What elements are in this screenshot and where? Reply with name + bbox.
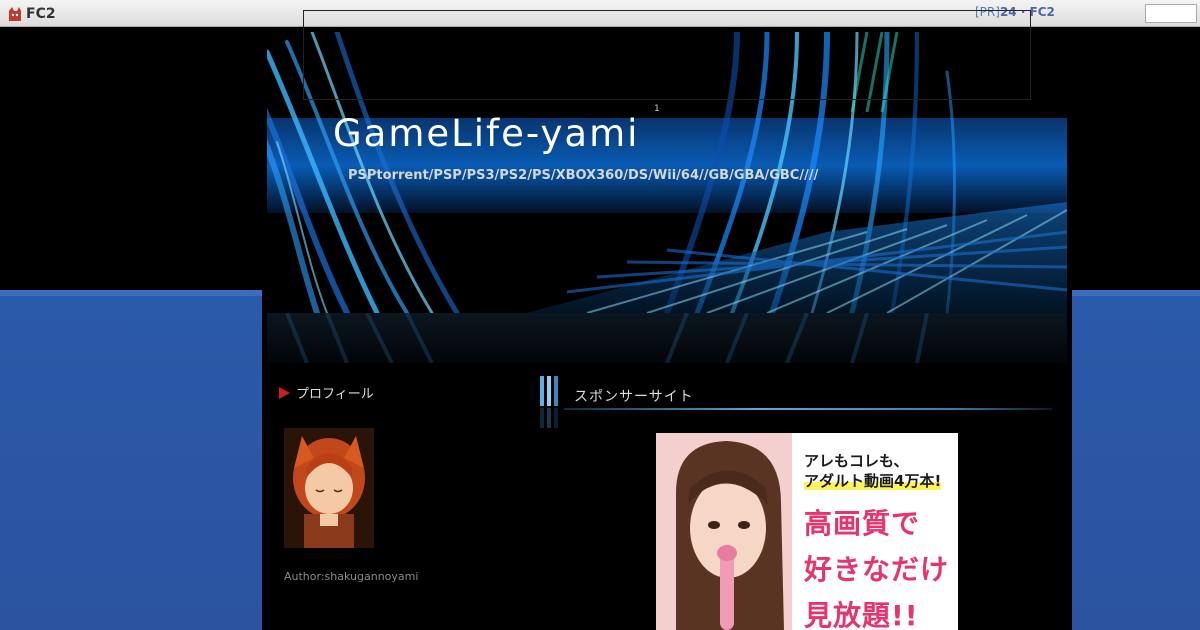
ad-model-illustration xyxy=(656,433,792,630)
top-ad-frame[interactable] xyxy=(303,10,1031,100)
profile-heading-text: プロフィール xyxy=(296,387,374,402)
ad-big-2: 好きなだけ xyxy=(804,553,950,586)
entry-title[interactable]: スポンサーサイト xyxy=(574,386,694,406)
entry-divider xyxy=(564,408,1052,410)
blog-title-sup: 1 xyxy=(654,104,660,114)
blog-description: PSPtorrent/PSP/PS3/PS2/PS/XBOX360/DS/Wii… xyxy=(348,168,819,183)
author-text: Author:shakugannoyami xyxy=(284,570,419,583)
profile-heading: プロフィール xyxy=(279,383,374,402)
ad-big-1: 高画質で xyxy=(804,507,921,540)
fc2-logo-text: FC2 xyxy=(26,6,56,22)
red-arrow-icon xyxy=(279,386,290,399)
blog-page: GameLife-yami 1 PSPtorrent/PSP/PS3/PS2/P… xyxy=(262,27,1072,630)
profile-avatar[interactable] xyxy=(284,428,374,548)
ad-line-2: アダルト動画4万本! xyxy=(804,472,942,490)
ad-big-3: 見放題!! xyxy=(804,599,919,630)
entry-bars-icon xyxy=(538,376,560,428)
fc2-search-input[interactable] xyxy=(1145,4,1197,23)
fc2-logo[interactable]: FC2 xyxy=(6,4,56,24)
sponsor-ad-banner[interactable]: アレもコレも、 アダルト動画4万本! 高画質で 好きなだけ 見放題!! xyxy=(656,433,958,630)
reflection-graphic xyxy=(285,313,929,363)
blog-title[interactable]: GameLife-yami xyxy=(333,112,639,155)
header-reflection xyxy=(267,313,1067,363)
ad-text-area: アレもコレも、 アダルト動画4万本! 高画質で 好きなだけ 見放題!! xyxy=(792,433,958,630)
avatar-illustration xyxy=(284,428,374,548)
ad-small-copy: アレもコレも、 アダルト動画4万本! xyxy=(804,451,954,491)
ad-photo xyxy=(656,433,792,630)
ad-big-copy: 高画質で 好きなだけ 見放題!! xyxy=(804,501,954,630)
fc2-mascot-icon xyxy=(6,5,24,23)
ad-line-1: アレもコレも、 xyxy=(804,452,909,470)
